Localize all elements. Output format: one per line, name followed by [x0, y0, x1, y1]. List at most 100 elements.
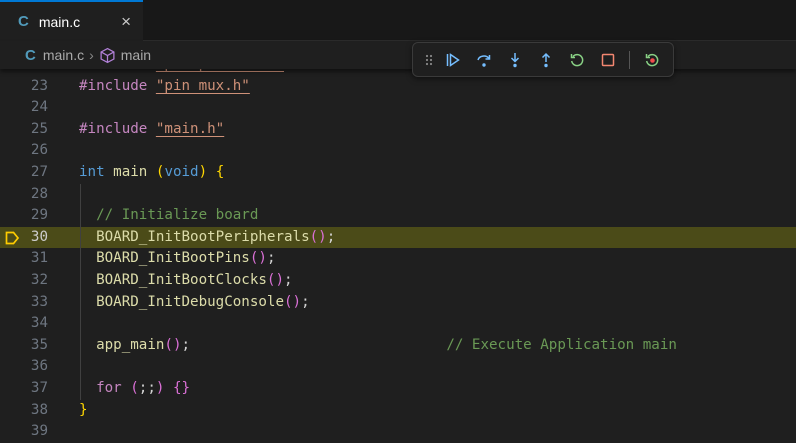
code-text: BOARD_InitDebugConsole(); — [79, 292, 310, 314]
code-line[interactable]: 28 — [0, 183, 796, 206]
code-line[interactable]: 36 — [0, 356, 796, 378]
toolbar-divider — [629, 50, 630, 69]
code-token: void — [164, 164, 199, 180]
current-statement-arrow-icon — [5, 231, 20, 245]
restart-button[interactable] — [561, 46, 592, 74]
code-text: // Initialize board — [79, 205, 258, 227]
code-text: for (;;) {} — [79, 378, 190, 400]
code-token: ; — [266, 250, 276, 267]
code-line[interactable]: 32 BOARD_InitBootClocks(); — [0, 270, 796, 292]
indent-guide — [80, 356, 81, 378]
code-line[interactable]: 34 — [0, 313, 796, 335]
code-token: "pin_mux.h" — [155, 77, 250, 94]
code-text: BOARD_InitBootPins(); — [79, 248, 275, 270]
breadcrumb-symbol[interactable]: main — [121, 47, 151, 63]
step-into-button[interactable] — [499, 46, 530, 74]
line-number: 27 — [30, 164, 48, 180]
breadcrumb-file[interactable]: main.c — [43, 47, 84, 63]
chevron-right-icon: › — [89, 47, 94, 63]
code-token: ; — [301, 293, 310, 310]
restart-icon — [570, 53, 583, 66]
stop-button[interactable] — [592, 46, 623, 74]
code-token: int — [79, 164, 114, 180]
code-token: {} — [172, 380, 191, 396]
line-number: 32 — [30, 272, 48, 288]
code-text: #include "pin_mux.h" — [79, 76, 250, 98]
step-over-icon — [476, 54, 490, 67]
line-number: 36 — [30, 358, 48, 375]
code-token: ; — [284, 272, 293, 288]
code-token: app_main — [79, 336, 165, 353]
step-out-icon — [541, 52, 550, 67]
code-line[interactable]: 27 int main (void) { — [0, 162, 796, 184]
code-token: } — [79, 401, 88, 418]
continue-button[interactable] — [437, 46, 468, 74]
code-token: () — [266, 272, 285, 288]
line-number: 37 — [30, 380, 48, 396]
code-token: ;; — [138, 380, 156, 396]
code-token: BOARD_InitBootPins — [79, 250, 250, 267]
code-text: BOARD_InitBootPeripherals(); — [79, 227, 335, 249]
line-number: 35 — [30, 336, 48, 353]
code-text: #include "main.h" — [79, 119, 224, 141]
code-token: #include — [79, 120, 156, 137]
code-token: BOARD_InitBootClocks — [79, 272, 267, 288]
line-number: 38 — [30, 401, 48, 418]
code-text: BOARD_InitBootClocks(); — [79, 270, 293, 292]
code-token: ( — [130, 380, 139, 396]
line-number: 29 — [30, 207, 48, 224]
tab-main-c[interactable]: C main.c × — [0, 0, 143, 41]
code-token: ; — [181, 336, 447, 353]
code-token: "main.h" — [155, 120, 225, 137]
indent-guide — [80, 313, 81, 335]
code-line[interactable]: 30 BOARD_InitBootPeripherals(); — [0, 226, 796, 249]
code-line[interactable]: 37 for (;;) {} — [0, 378, 796, 400]
code-text: int main (void) { — [79, 162, 224, 184]
code-token: // Initialize board — [79, 207, 259, 224]
drag-handle-icon[interactable] — [421, 46, 437, 74]
symbol-method-icon — [100, 47, 115, 63]
line-number: 39 — [30, 423, 48, 440]
line-number: 33 — [30, 293, 48, 310]
code-line[interactable]: 23 #include "pin_mux.h" — [0, 76, 796, 98]
line-number: 31 — [30, 250, 48, 267]
code-token: // Execute Application main — [446, 336, 677, 353]
breadcrumb: C main.c › main — [0, 41, 796, 69]
code-line[interactable]: 24 — [0, 97, 796, 119]
code-line[interactable]: 29 // Initialize board — [0, 205, 796, 227]
code-token: { — [215, 164, 225, 180]
code-line[interactable]: 31 BOARD_InitBootPins(); — [0, 248, 796, 270]
step-into-icon — [510, 52, 519, 67]
code-token: () — [249, 250, 267, 267]
close-icon[interactable]: × — [121, 12, 131, 32]
code-text: } — [79, 400, 88, 422]
reset-device-button[interactable] — [636, 46, 667, 74]
continue-icon — [446, 52, 460, 67]
code-line[interactable]: 38} — [0, 400, 796, 422]
line-number: 34 — [30, 315, 48, 332]
line-number: 25 — [30, 120, 48, 137]
code-token: main — [113, 164, 156, 180]
line-number: 28 — [30, 185, 48, 202]
code-line[interactable]: 26 — [0, 140, 796, 162]
line-number: 23 — [30, 77, 48, 94]
code-line[interactable]: 33 BOARD_InitDebugConsole(); — [0, 291, 796, 314]
code-token: BOARD_InitBootPeripherals — [79, 228, 310, 245]
code-line[interactable]: 25 #include "main.h" — [0, 119, 796, 141]
code-token: () — [309, 228, 327, 245]
indent-guide — [80, 183, 81, 206]
code-token: () — [164, 336, 182, 353]
debug-toolbar — [412, 42, 674, 77]
code-text: app_main(); // Execute Application main — [79, 335, 677, 357]
c-file-icon: C — [25, 46, 36, 64]
code-editor[interactable]: 22#include "peripherals.h"23#include "pi… — [0, 42, 796, 443]
code-line[interactable]: 35 app_main(); // Execute Application ma… — [0, 334, 796, 357]
tab-label: main.c — [38, 13, 81, 30]
step-over-button[interactable] — [468, 46, 499, 74]
stop-icon — [601, 53, 614, 66]
step-out-button[interactable] — [530, 46, 561, 74]
code-line[interactable]: 39 — [0, 421, 796, 443]
reset-device-icon — [645, 53, 658, 66]
